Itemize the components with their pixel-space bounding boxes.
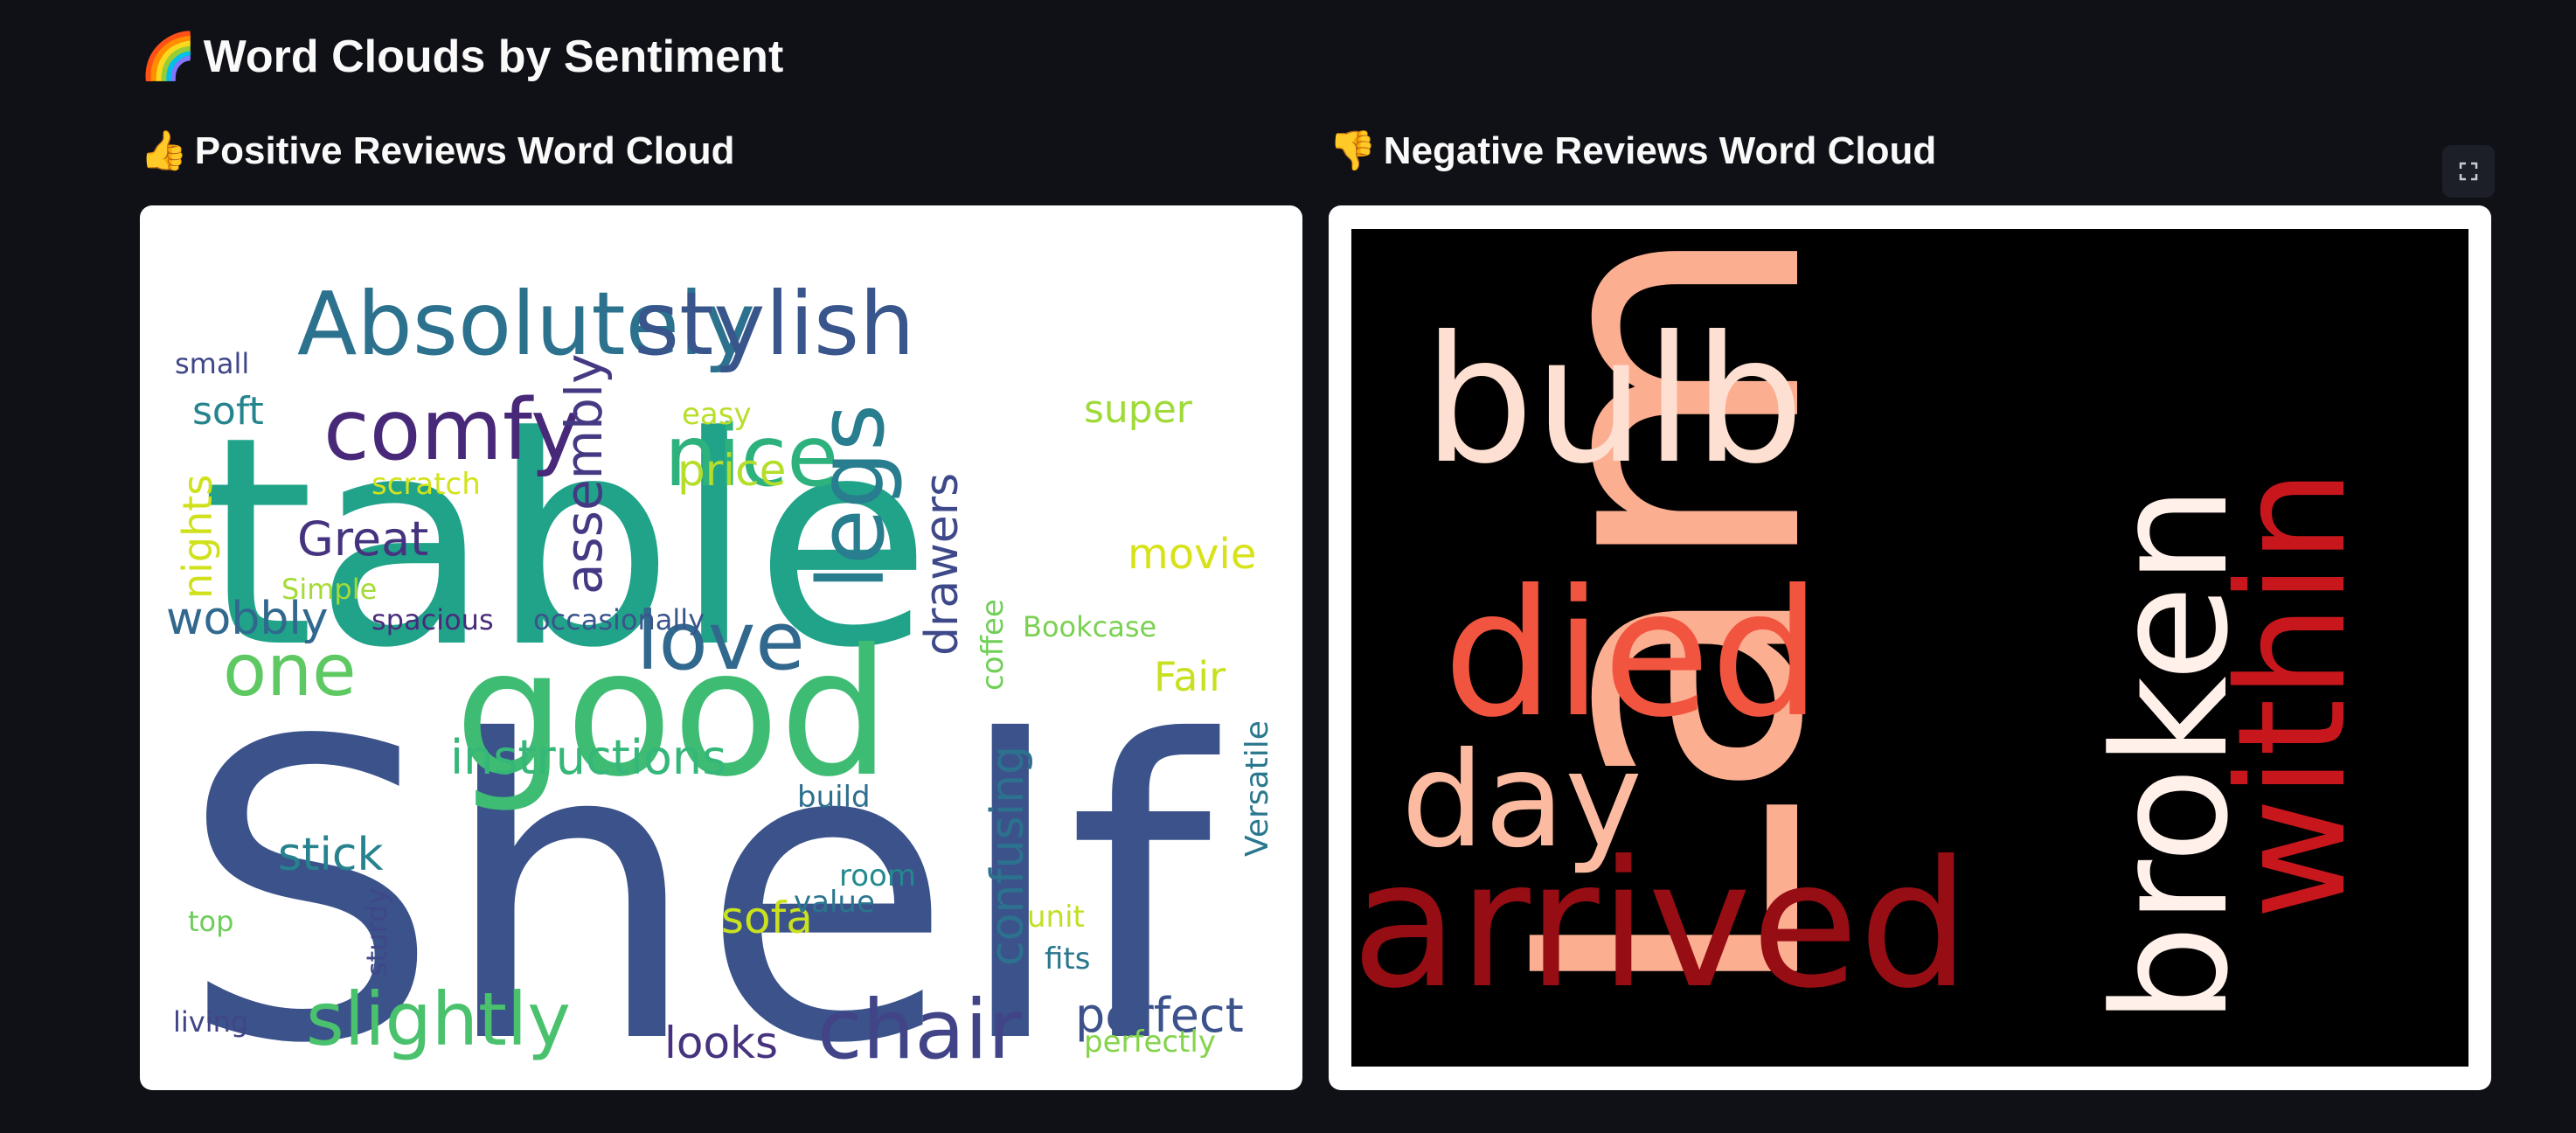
word-spacious: spacious (371, 603, 494, 636)
word-super: super (1084, 387, 1193, 432)
word-top: top (188, 905, 233, 938)
word-coffee: coffee (976, 599, 1010, 691)
word-looks: looks (664, 1018, 778, 1068)
negative-section-title: 👎 Negative Reviews Word Cloud (1329, 124, 1936, 178)
rainbow-icon: 🌈 (140, 31, 197, 83)
word-small: small (175, 347, 249, 380)
word-sturdy: sturdy (360, 888, 393, 977)
word-bookcase: Bookcase (1023, 610, 1156, 643)
word-comfy: comfy (323, 381, 580, 479)
thumbs-up-icon: 👍 (140, 129, 188, 173)
fullscreen-button[interactable] (2442, 145, 2495, 198)
word-fair: Fair (1154, 653, 1226, 700)
word-unit: unit (1027, 900, 1085, 935)
word-soft: soft (192, 389, 264, 434)
word-easy: easy (682, 397, 752, 432)
word-occasionally: occasionally (533, 603, 705, 636)
word-bulb: bulb (1423, 299, 1804, 503)
negative-heading: Negative Reviews Word Cloud (1383, 129, 1937, 172)
word-assembly: assembly (554, 354, 614, 594)
word-build: build (797, 780, 871, 815)
page-title: 🌈 Word Clouds by Sentiment (140, 26, 783, 87)
word-confusing: confusing (982, 746, 1034, 966)
word-stick: stick (278, 829, 384, 881)
thumbs-down-icon: 👎 (1329, 129, 1377, 173)
word-within: within (2206, 469, 2379, 920)
positive-wordcloud-image: Shelf table good Absolutely stylish comfy nice… (140, 205, 1302, 1090)
word-instructions: instructions (450, 730, 726, 785)
word-scratch: scratch (371, 467, 481, 502)
negative-wordcloud-image: Lamp bulb died day arrived broken within (1329, 205, 2491, 1090)
word-legs: legs (798, 404, 905, 590)
word-drawers: drawers (916, 473, 969, 656)
word-great: Great (297, 511, 428, 566)
page-title-text: Word Clouds by Sentiment (203, 31, 784, 82)
word-nights: nights (174, 475, 221, 599)
word-arrived: arrived (1351, 824, 1969, 1027)
word-price: price (677, 445, 786, 496)
word-stylish: stylish (634, 273, 915, 375)
word-movie: movie (1128, 530, 1256, 579)
negative-wordcloud-canvas: Lamp bulb died day arrived broken within (1351, 229, 2468, 1067)
fullscreen-icon (2459, 162, 2478, 181)
positive-wordcloud: ShelftablegoodAbsolutelystylishcomfy nice… (166, 273, 1275, 1090)
word-perfectly: perfectly (1084, 1025, 1216, 1060)
word-chair: chair (817, 983, 1022, 1078)
word-value: value (794, 885, 875, 920)
word-living: living (173, 1005, 248, 1039)
word-fits: fits (1045, 942, 1090, 977)
negative-wordcloud: Lampbulbdieddayarrived brokenwithin (1351, 229, 2379, 1027)
word-versatile: Versatile (1239, 720, 1275, 857)
word-simple: Simple (281, 573, 377, 606)
positive-section-title: 👍 Positive Reviews Word Cloud (140, 124, 735, 178)
positive-heading: Positive Reviews Word Cloud (194, 129, 735, 172)
word-slightly: slightly (306, 977, 571, 1062)
